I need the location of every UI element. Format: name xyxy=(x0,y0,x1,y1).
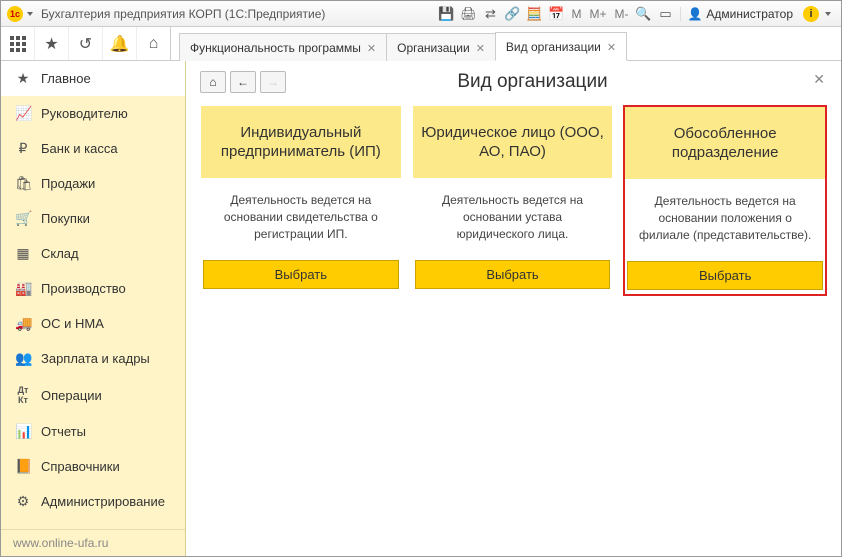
memory-m-button[interactable]: M xyxy=(569,7,583,21)
nav-forward-button[interactable]: → xyxy=(260,71,286,93)
sidebar-item-reports[interactable]: 📊 Отчеты xyxy=(1,414,185,449)
people-icon: 👥 xyxy=(15,350,31,367)
bag-icon: 🛍 xyxy=(15,175,31,192)
book-icon: 📙 xyxy=(15,458,31,475)
sidebar-item-label: Производство xyxy=(41,281,126,296)
star-icon: ★ xyxy=(15,70,31,87)
history-icon[interactable]: ↺ xyxy=(69,27,103,60)
select-button[interactable]: Выбрать xyxy=(627,261,823,290)
chart-line-icon: 📈 xyxy=(15,105,31,122)
sidebar-item-warehouse[interactable]: ▦ Склад xyxy=(1,236,185,271)
tab-close-icon[interactable]: ✕ xyxy=(367,42,376,55)
panel-icon[interactable]: ▭ xyxy=(656,5,674,23)
tabs-bar: Функциональность программы ✕ Организации… xyxy=(171,27,626,60)
user-icon: 👤 xyxy=(687,7,702,21)
sidebar-item-label: Отчеты xyxy=(41,424,86,439)
sidebar-item-hr[interactable]: 👥 Зарплата и кадры xyxy=(1,341,185,376)
org-type-cards: Индивидуальный предприниматель (ИП) Деят… xyxy=(200,105,827,296)
tab-functionality[interactable]: Функциональность программы ✕ xyxy=(179,33,387,61)
tab-close-icon[interactable]: ✕ xyxy=(607,41,616,54)
sidebar-item-label: Покупки xyxy=(41,211,90,226)
card-desc: Деятельность ведется на основании положе… xyxy=(625,179,825,257)
ruble-icon: ₽ xyxy=(15,140,31,157)
sidebar-item-sales[interactable]: 🛍 Продажи xyxy=(1,166,185,201)
page-title: Вид организации xyxy=(298,71,767,93)
nav-home-button[interactable]: ⌂ xyxy=(200,71,226,93)
factory-icon: 🏭 xyxy=(15,280,31,297)
tab-label: Функциональность программы xyxy=(190,41,361,55)
compare-icon[interactable]: ⇄ xyxy=(481,5,499,23)
card-individual: Индивидуальный предприниматель (ИП) Деят… xyxy=(200,105,402,296)
truck-icon: 🚚 xyxy=(15,315,31,332)
sidebar-item-label: Главное xyxy=(41,71,91,86)
sidebar-item-label: Справочники xyxy=(41,459,120,474)
card-title: Юридическое лицо (ООО, АО, ПАО) xyxy=(413,106,613,178)
sidebar-item-main[interactable]: ★ Главное xyxy=(1,61,185,96)
content-header: ⌂ ← → Вид организации xyxy=(200,71,827,93)
tab-close-icon[interactable]: ✕ xyxy=(476,42,485,55)
sidebar-item-admin[interactable]: ⚙ Администрирование xyxy=(1,484,185,519)
sidebar-item-label: ОС и НМА xyxy=(41,316,104,331)
app-menu-dropdown-icon[interactable] xyxy=(27,12,33,16)
panel-close-icon[interactable]: ✕ xyxy=(813,71,825,88)
card-desc: Деятельность ведется на основании устава… xyxy=(413,178,613,256)
cart-icon: 🛒 xyxy=(15,210,31,227)
calendar-icon[interactable]: 📅 xyxy=(547,5,565,23)
sidebar-item-manager[interactable]: 📈 Руководителю xyxy=(1,96,185,131)
tab-org-type[interactable]: Вид организации ✕ xyxy=(495,32,627,61)
window-title: Бухгалтерия предприятия КОРП (1С:Предпри… xyxy=(41,7,325,21)
calculator-icon[interactable]: 🧮 xyxy=(525,5,543,23)
notifications-icon[interactable]: 🔔 xyxy=(103,27,137,60)
info-dropdown-icon[interactable] xyxy=(825,12,831,16)
tab-organizations[interactable]: Организации ✕ xyxy=(386,33,496,61)
card-title: Обособленное подразделение xyxy=(625,107,825,179)
sidebar-item-operations[interactable]: ДтКт Операции xyxy=(1,376,185,414)
gear-icon: ⚙ xyxy=(15,493,31,510)
app-logo-icon: 1c xyxy=(7,6,23,22)
user-name: Администратор xyxy=(706,7,793,21)
window-titlebar: 1c Бухгалтерия предприятия КОРП (1С:Пред… xyxy=(1,1,841,27)
nav-back-button[interactable]: ← xyxy=(230,71,256,93)
sidebar-item-label: Зарплата и кадры xyxy=(41,351,150,366)
sidebar-item-purchases[interactable]: 🛒 Покупки xyxy=(1,201,185,236)
sidebar-item-label: Банк и касса xyxy=(41,141,118,156)
sidebar-item-references[interactable]: 📙 Справочники xyxy=(1,449,185,484)
sidebar-footer: www.online-ufa.ru xyxy=(1,529,185,556)
sidebar-item-label: Операции xyxy=(41,388,102,403)
topbar: ★ ↺ 🔔 ⌂ Функциональность программы ✕ Орг… xyxy=(1,27,841,61)
card-title: Индивидуальный предприниматель (ИП) xyxy=(201,106,401,178)
apps-grid-icon[interactable] xyxy=(1,27,35,60)
sidebar-item-label: Склад xyxy=(41,246,79,261)
sidebar-item-label: Руководителю xyxy=(41,106,128,121)
sidebar: ★ Главное 📈 Руководителю ₽ Банк и касса … xyxy=(1,61,186,556)
select-button[interactable]: Выбрать xyxy=(415,260,611,289)
memory-mplus-button[interactable]: M+ xyxy=(587,7,608,21)
print-icon[interactable]: 🖨 xyxy=(459,5,477,23)
bars-icon: 📊 xyxy=(15,423,31,440)
select-button[interactable]: Выбрать xyxy=(203,260,399,289)
main-area: ★ Главное 📈 Руководителю ₽ Банк и касса … xyxy=(1,61,841,556)
zoom-icon[interactable]: 🔍 xyxy=(634,5,652,23)
save-icon[interactable]: 💾 xyxy=(437,5,455,23)
content-panel: ✕ ⌂ ← → Вид организации Индивидуальный п… xyxy=(186,61,841,556)
boxes-icon: ▦ xyxy=(15,245,31,262)
dtkt-icon: ДтКт xyxy=(15,385,31,405)
info-icon[interactable]: i xyxy=(803,6,819,22)
sidebar-item-label: Администрирование xyxy=(41,494,165,509)
grid-icon xyxy=(10,36,26,52)
tab-label: Вид организации xyxy=(506,40,601,54)
card-desc: Деятельность ведется на основании свидет… xyxy=(201,178,401,256)
card-subdivision: Обособленное подразделение Деятельность … xyxy=(623,105,827,296)
user-menu[interactable]: 👤 Администратор xyxy=(680,7,799,21)
card-legal-entity: Юридическое лицо (ООО, АО, ПАО) Деятельн… xyxy=(412,105,614,296)
sidebar-item-production[interactable]: 🏭 Производство xyxy=(1,271,185,306)
link-icon[interactable]: 🔗 xyxy=(503,5,521,23)
favorites-icon[interactable]: ★ xyxy=(35,27,69,60)
memory-mminus-button[interactable]: M- xyxy=(612,7,630,21)
home-icon[interactable]: ⌂ xyxy=(137,27,171,60)
sidebar-item-label: Продажи xyxy=(41,176,95,191)
sidebar-item-bank[interactable]: ₽ Банк и касса xyxy=(1,131,185,166)
tab-label: Организации xyxy=(397,41,470,55)
sidebar-item-assets[interactable]: 🚚 ОС и НМА xyxy=(1,306,185,341)
